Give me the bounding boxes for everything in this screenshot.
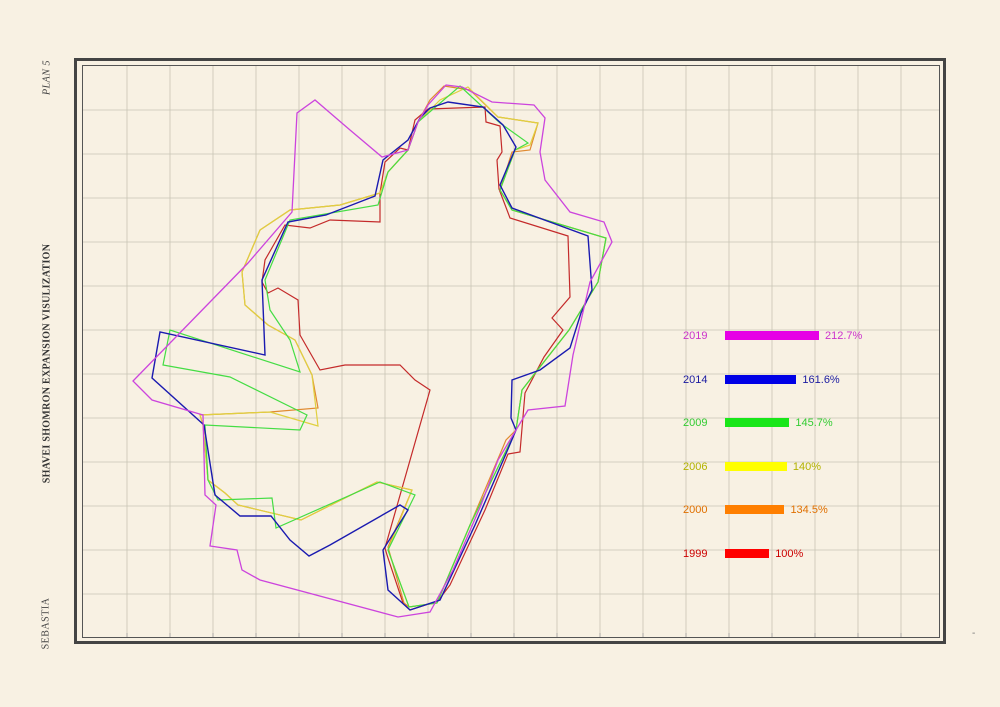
legend-percent: 212.7% [825,330,863,342]
outline-2000 [199,85,607,608]
legend-percent: 100% [775,548,804,560]
legend-year: 1999 [683,548,708,560]
legend-item-1999: 1999 100% [683,548,883,562]
legend-bar [725,418,790,428]
legend-year: 2006 [683,460,708,473]
legend-year: 2000 [683,504,708,517]
legend-item-2006: 2006 140% [683,461,883,475]
legend-item-2014: 2014 161.6% [683,374,883,388]
legend-percent: 161.6% [802,373,840,386]
legend-bar [725,461,787,471]
outline-2006 [199,86,607,608]
scale-ticks [126,633,902,637]
legend-item-2019: 2019 212.7% [683,330,883,344]
legend-year: 2014 [683,373,708,386]
legend-year: 2009 [683,417,708,430]
legend-item-2009: 2009 145.7% [683,417,883,431]
legend-percent: 134.5% [790,504,828,517]
legend-percent: 145.7% [795,417,833,430]
legend-percent: 140% [792,460,821,473]
legend-year: 2019 [683,330,708,342]
outline-2014 [151,101,593,611]
legend-bar [725,549,770,558]
outline-2019 [132,84,613,618]
corner-mark: - [972,628,976,639]
legend-item-2000: 2000 134.5% [683,504,883,518]
legend-bar [725,331,819,340]
legend-bar [725,374,797,384]
legend-bar [725,505,785,515]
expansion-map [83,66,939,637]
outline-1999 [261,106,571,611]
